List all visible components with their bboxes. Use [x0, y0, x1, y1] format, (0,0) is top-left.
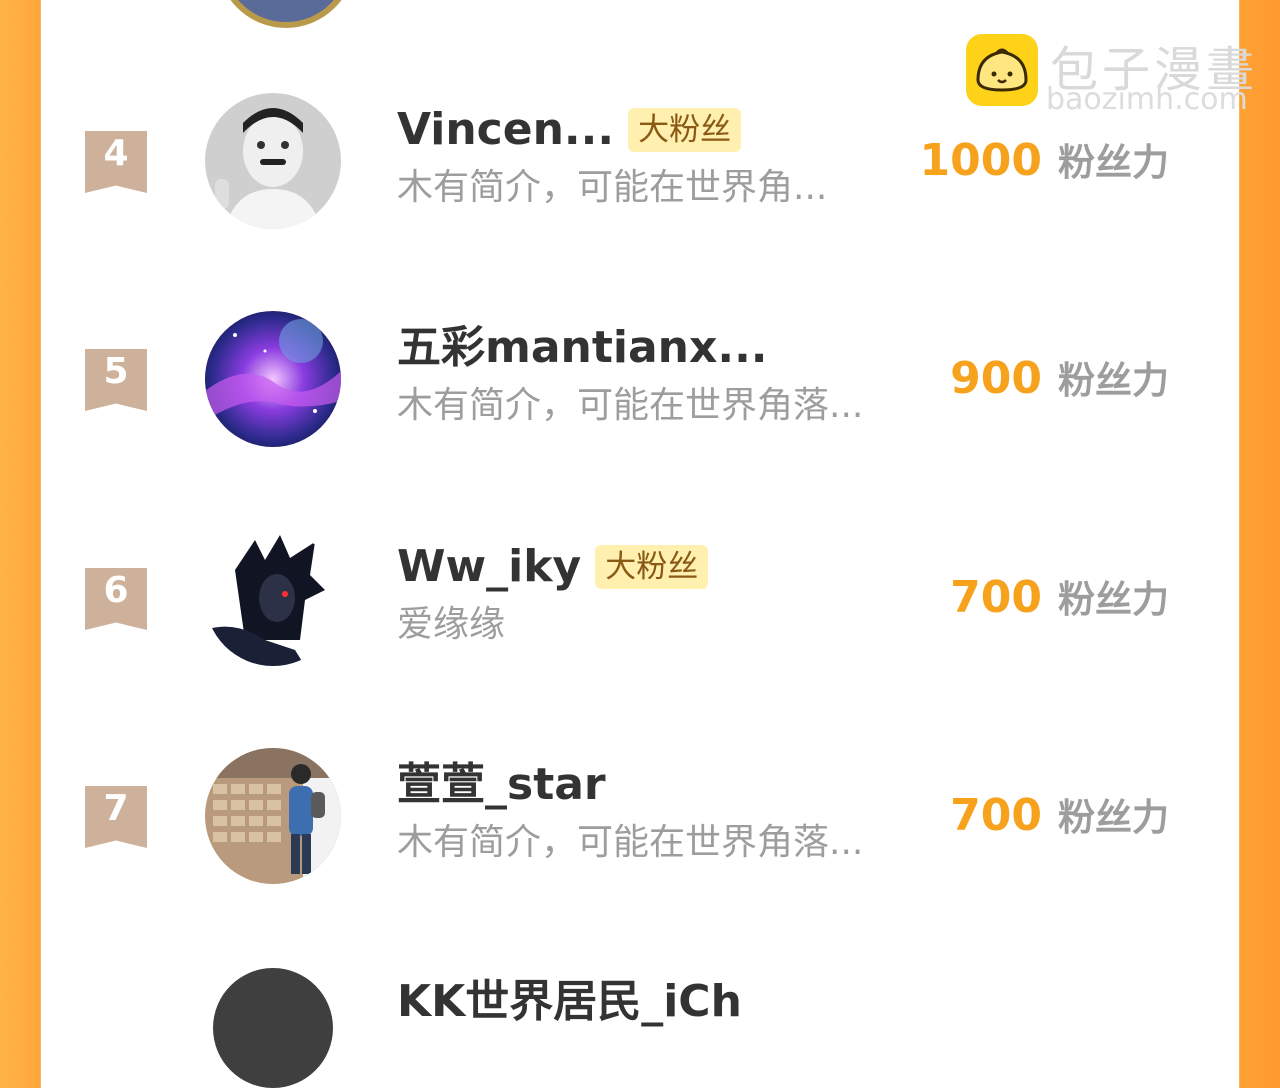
photo-person-image	[205, 748, 341, 884]
fan-power-value: 700	[950, 572, 1042, 623]
site-watermark: 包子漫畫 baozimh.com	[966, 34, 1256, 120]
user-bio: 爱缘缘	[397, 604, 506, 645]
next-row-avatar[interactable]	[213, 968, 333, 1088]
avatar[interactable]	[205, 748, 341, 884]
username[interactable]: 五彩mantianx...	[397, 322, 768, 374]
fan-power: 700 粉丝力	[950, 787, 1169, 841]
next-row-username[interactable]: KK世界居民_iCh	[397, 976, 742, 1028]
fan-row[interactable]: 5 五彩mantianx... 木有简介，可能在世界角落... 900 粉丝力	[41, 278, 1239, 496]
big-fan-badge: 大粉丝	[595, 545, 709, 589]
name-line: 萱萱_star	[397, 759, 606, 811]
name-line: Ww_iky 大粉丝	[397, 541, 709, 593]
avatar[interactable]	[205, 530, 341, 666]
rank-tag: 6	[85, 568, 147, 630]
watermark-domain: baozimh.com	[1046, 82, 1248, 117]
bun-icon	[966, 34, 1038, 106]
user-bio: 木有简介，可能在世界角落...	[397, 822, 864, 863]
big-fan-badge: 大粉丝	[628, 108, 742, 152]
fan-ranking-panel: 4 Vincen... 大粉丝 木有简介，可能在世界角... 1000 粉丝力 …	[41, 0, 1239, 1088]
fan-row[interactable]: 7 萱萱_star 木有简介，可能在世界角落... 700 粉丝力	[41, 715, 1239, 933]
username[interactable]: 萱萱_star	[397, 759, 606, 811]
fan-power-unit: 粉丝力	[1058, 578, 1169, 621]
username[interactable]: Ww_iky	[397, 541, 581, 593]
fan-power-unit: 粉丝力	[1058, 796, 1169, 839]
username[interactable]: Vincen...	[397, 104, 614, 156]
fan-row[interactable]: 6 Ww_iky 大粉丝 爱缘缘 700 粉丝力	[41, 497, 1239, 715]
prev-row-avatar[interactable]	[217, 0, 355, 28]
fan-power: 1000 粉丝力	[920, 132, 1169, 186]
avatar[interactable]	[205, 311, 341, 447]
fan-power: 900 粉丝力	[950, 350, 1169, 404]
fan-power-value: 1000	[919, 135, 1042, 186]
rank-tag: 5	[85, 349, 147, 411]
fan-power: 700 粉丝力	[950, 569, 1169, 623]
fan-power-unit: 粉丝力	[1058, 359, 1169, 402]
user-bio: 木有简介，可能在世界角...	[397, 167, 828, 208]
rank-tag: 7	[85, 786, 147, 848]
anime-character-image	[205, 530, 341, 666]
fan-power-value: 900	[950, 353, 1042, 404]
fan-power-unit: 粉丝力	[1058, 141, 1169, 184]
name-line: Vincen... 大粉丝	[397, 104, 742, 156]
user-bio: 木有简介，可能在世界角落...	[397, 385, 864, 426]
name-line: 五彩mantianx...	[397, 322, 768, 374]
galaxy-image	[205, 311, 341, 447]
grayscale-portrait-image	[205, 93, 341, 229]
avatar[interactable]	[205, 93, 341, 229]
rank-tag: 4	[85, 131, 147, 193]
fan-power-value: 700	[950, 790, 1042, 841]
